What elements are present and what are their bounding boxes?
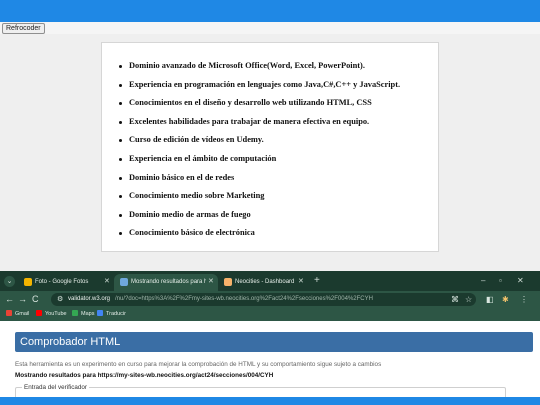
bookmark-gmail[interactable]: Gmail xyxy=(6,309,29,320)
new-tab-button[interactable]: + xyxy=(314,275,320,287)
skill-text: Dominio avanzado de Microsoft Office(Wor… xyxy=(129,61,365,70)
skill-text: Conocimiento medio sobre Marketing xyxy=(129,191,265,201)
skill-text: Dominio básico en el de redes xyxy=(129,172,235,182)
tab-title: Neocities - Dashboard xyxy=(235,279,295,285)
bullet-icon xyxy=(119,83,122,87)
tab-title: Foto - Google Fotos xyxy=(35,279,89,285)
skill-item: Conocimiento básico de electrónica xyxy=(119,224,400,243)
bookmark-label: Traducir xyxy=(106,311,126,317)
checker-input-legend: Entrada del verificador xyxy=(22,383,90,392)
side-panel-icon[interactable]: ◧ xyxy=(486,294,494,305)
bookmark-traducir[interactable]: Traducir xyxy=(97,309,126,320)
skill-item: Dominio básico en el de redes xyxy=(119,169,400,188)
browser-window: ⌄ Foto - Google Fotos ✕ Mostrando result… xyxy=(0,271,540,405)
skill-text: Experiencia en programación en lenguajes… xyxy=(129,79,401,89)
tab-title: Mostrando resultados para htt xyxy=(131,279,206,285)
forward-icon[interactable]: → xyxy=(18,293,27,306)
translate-page-icon[interactable]: ⌘ xyxy=(451,294,459,305)
bullet-icon xyxy=(119,232,122,236)
url-path: /nu/?doc=https%3A%2F%2Fmy-sites-wb.neoci… xyxy=(115,296,373,302)
back-icon[interactable]: ← xyxy=(5,293,14,306)
tab-neocities[interactable]: Neocities - Dashboard ✕ xyxy=(218,274,308,291)
page-title: Comprobador HTML xyxy=(20,336,121,348)
skill-text: Curso de edición de vídeos en Udemy. xyxy=(129,135,264,145)
bullet-icon xyxy=(119,102,122,106)
skill-item: Excelentes habilidades para trabajar de … xyxy=(119,113,400,132)
reload-icon[interactable]: C xyxy=(32,293,39,306)
results-heading: Mostrando resultados para https://my-sit… xyxy=(15,372,274,379)
skill-text: Excelentes habilidades para trabajar de … xyxy=(129,116,370,126)
youtube-icon xyxy=(36,310,42,316)
google-photos-icon xyxy=(24,278,32,286)
skill-text: Conocimiento básico de electrónica xyxy=(129,228,255,238)
bookmark-youtube[interactable]: YouTube xyxy=(36,309,67,320)
url-domain: validator.w3.org xyxy=(68,296,111,302)
maximize-icon[interactable]: ▫ xyxy=(499,275,502,287)
close-icon[interactable]: ✕ xyxy=(104,277,110,287)
browser-toolbar: ← → C ⚙ validator.w3.org /nu/?doc=https%… xyxy=(0,291,540,308)
skill-item: Conocimiento medio sobre Marketing xyxy=(119,187,400,206)
minimize-icon[interactable]: – xyxy=(481,275,485,287)
bookmarks-bar: Gmail YouTube Maps Traducir xyxy=(0,308,540,321)
bullet-icon xyxy=(119,213,122,217)
bookmark-label: Gmail xyxy=(15,311,30,317)
skill-text: Dominio medio de armas de fuego xyxy=(129,209,251,219)
address-bar[interactable]: ⚙ validator.w3.org /nu/?doc=https%3A%2F%… xyxy=(51,293,476,306)
validator-header: Comprobador HTML xyxy=(15,332,533,352)
tab-bar: ⌄ Foto - Google Fotos ✕ Mostrando result… xyxy=(0,271,540,291)
close-icon[interactable]: ✕ xyxy=(208,277,214,287)
skill-text: Experiencia en el ámbito de computación xyxy=(129,153,277,163)
intro-text: Esta herramienta es un experimento en cu… xyxy=(15,361,382,368)
tab-validator[interactable]: Mostrando resultados para htt ✕ xyxy=(114,274,218,291)
bullet-icon xyxy=(119,65,122,68)
validator-page: Comprobador HTML Esta herramienta es un … xyxy=(0,321,540,405)
skill-item: Dominio medio de armas de fuego xyxy=(119,206,400,225)
extension-icon[interactable]: ✱ xyxy=(502,294,509,305)
translate-icon xyxy=(97,310,103,316)
close-icon[interactable]: ✕ xyxy=(298,277,304,287)
neocities-cat-icon xyxy=(224,278,232,286)
bookmark-maps[interactable]: Maps xyxy=(72,309,94,320)
skill-text: Conocimientos en el diseño y desarrollo … xyxy=(129,98,372,108)
bullet-icon xyxy=(119,176,122,180)
bullet-icon xyxy=(119,120,122,124)
bullet-icon xyxy=(119,195,122,199)
skill-item: Experiencia en programación en lenguajes… xyxy=(119,76,400,95)
close-window-icon[interactable]: ✕ xyxy=(517,275,524,287)
w3c-icon xyxy=(120,278,128,286)
tab-google-photos[interactable]: Foto - Google Fotos ✕ xyxy=(18,274,114,291)
skill-item: Conocimientos en el diseño y desarrollo … xyxy=(119,94,400,113)
top-blue-band xyxy=(0,0,540,22)
refresh-button[interactable]: Refrocoder xyxy=(2,23,45,34)
bullet-icon xyxy=(119,139,122,143)
bottom-blue-band xyxy=(0,397,540,405)
bookmark-star-icon[interactable]: ☆ xyxy=(465,294,472,305)
menu-icon[interactable]: ⋮ xyxy=(520,294,528,305)
skill-item: Curso de edición de vídeos en Udemy. xyxy=(119,131,400,150)
skills-list: Dominio avanzado de Microsoft Office(Wor… xyxy=(119,57,400,243)
skills-card: Dominio avanzado de Microsoft Office(Wor… xyxy=(101,42,439,252)
maps-icon xyxy=(72,310,78,316)
tab-search-icon[interactable]: ⌄ xyxy=(4,276,15,287)
bookmark-label: YouTube xyxy=(45,311,67,317)
top-strip xyxy=(0,22,540,34)
gmail-icon xyxy=(6,310,12,316)
skill-item: Experiencia en el ámbito de computación xyxy=(119,150,400,169)
bookmark-label: Maps xyxy=(81,311,95,317)
bullet-icon xyxy=(119,157,122,161)
site-info-icon[interactable]: ⚙ xyxy=(57,293,63,306)
skill-item: Dominio avanzado de Microsoft Office(Wor… xyxy=(119,57,400,76)
